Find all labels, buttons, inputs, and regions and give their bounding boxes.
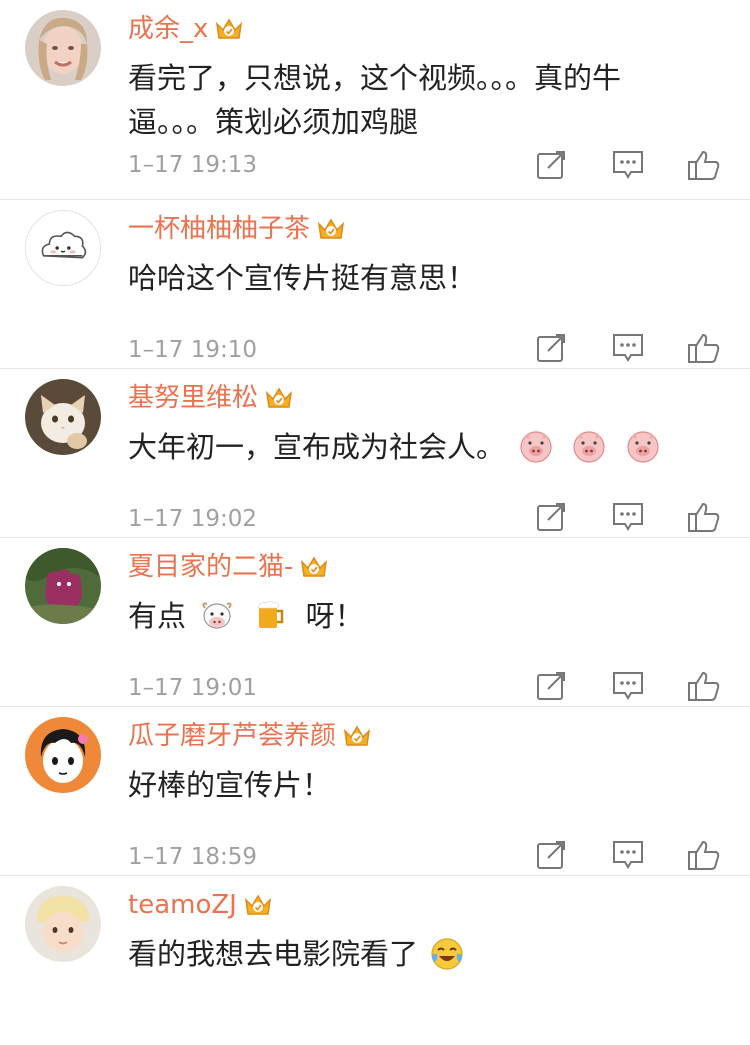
avatar[interactable] [25, 379, 101, 455]
share-icon[interactable] [534, 148, 570, 182]
comment-text: 看完了，只想说，这个视频。。。真的牛 逼。。。策划必须加鸡腿 [128, 56, 688, 144]
crying-laughing-emoji [429, 936, 465, 970]
username[interactable]: 瓜子磨牙芦荟养颜 [128, 719, 372, 753]
comment-text-after: 呀！ [305, 599, 364, 633]
cow-face-emoji [199, 598, 235, 632]
username[interactable]: 一杯柚柚柚子茶 [128, 212, 346, 246]
avatar[interactable] [25, 717, 101, 793]
avatar[interactable] [25, 548, 101, 624]
comment-text: 好棒的宣传片！ [128, 763, 688, 807]
comment-timestamp: 1–17 18:59 [128, 844, 257, 870]
crown-vip-icon [214, 16, 244, 42]
comment-line: 看的我想去电影院看了 [128, 937, 419, 971]
crown-vip-icon [243, 892, 273, 918]
comment-text-before: 有点 [128, 599, 187, 633]
comment-item: 一杯柚柚柚子茶 哈哈这个宣传片挺有意思！ 1–17 19:10 [0, 200, 750, 369]
comment-icon[interactable] [610, 331, 646, 365]
username-text[interactable]: 瓜子磨牙芦荟养颜 [128, 719, 336, 753]
username[interactable]: 成余_x [128, 12, 244, 46]
comment-actions [494, 838, 722, 872]
comment-icon[interactable] [610, 500, 646, 534]
pig-face-emoji [625, 429, 661, 463]
comment-actions [494, 148, 722, 182]
comment-icon[interactable] [610, 669, 646, 703]
comment-item: 瓜子磨牙芦荟养颜 好棒的宣传片！ 1–17 18:59 [0, 707, 750, 876]
username[interactable]: 夏目家的二猫- [128, 550, 329, 584]
comment-actions [494, 331, 722, 365]
share-icon[interactable] [534, 669, 570, 703]
comment-text: 看的我想去电影院看了 [128, 932, 688, 976]
comment-line: 大年初一，宣布成为社会人。 [128, 430, 506, 464]
username[interactable]: teamoZJ [128, 888, 273, 922]
crown-vip-icon [316, 216, 346, 242]
comment-text: 有点 呀！ [128, 594, 688, 638]
username-text[interactable]: teamoZJ [128, 888, 237, 922]
beer-mug-emoji [252, 598, 288, 632]
comment-line: 哈哈这个宣传片挺有意思！ [128, 261, 477, 295]
thumbs-up-icon[interactable] [686, 148, 722, 182]
comment-timestamp: 1–17 19:13 [128, 152, 257, 178]
comment-icon[interactable] [610, 148, 646, 182]
crown-vip-icon [299, 554, 329, 580]
comment-line: 看完了，只想说，这个视频。。。真的牛 [128, 61, 622, 95]
pig-face-emoji [518, 429, 554, 463]
pig-face-emoji [571, 429, 607, 463]
share-icon[interactable] [534, 838, 570, 872]
username[interactable]: 基努里维松 [128, 381, 294, 415]
comment-feed: 成余_x 看完了，只想说，这个视频。。。真的牛 逼。。。策划必须加鸡腿 1–17… [0, 0, 750, 999]
comment-item: 基努里维松 大年初一，宣布成为社会人。 1–17 19:02 [0, 369, 750, 538]
avatar[interactable] [25, 886, 101, 962]
username-text[interactable]: 一杯柚柚柚子茶 [128, 212, 310, 246]
thumbs-up-icon[interactable] [686, 500, 722, 534]
crown-vip-icon [264, 385, 294, 411]
comment-timestamp: 1–17 19:10 [128, 337, 257, 363]
thumbs-up-icon[interactable] [686, 331, 722, 365]
comment-line: 逼。。。策划必须加鸡腿 [128, 105, 419, 139]
crown-vip-icon [342, 723, 372, 749]
username-text[interactable]: 夏目家的二猫- [128, 550, 293, 584]
comment-item: teamoZJ 看的我想去电影院看了 [0, 876, 750, 1045]
share-icon[interactable] [534, 500, 570, 534]
share-icon[interactable] [534, 331, 570, 365]
comment-actions [494, 500, 722, 534]
username-text[interactable]: 基努里维松 [128, 381, 258, 415]
comment-text: 大年初一，宣布成为社会人。 [128, 425, 688, 469]
comment-text: 哈哈这个宣传片挺有意思！ [128, 256, 688, 300]
thumbs-up-icon[interactable] [686, 838, 722, 872]
comment-actions [494, 669, 722, 703]
comment-icon[interactable] [610, 838, 646, 872]
avatar[interactable] [25, 210, 101, 286]
comment-item: 夏目家的二猫- 有点 呀！ 1–17 19:01 [0, 538, 750, 707]
comment-timestamp: 1–17 19:01 [128, 675, 257, 701]
comment-line: 好棒的宣传片！ [128, 768, 332, 802]
thumbs-up-icon[interactable] [686, 669, 722, 703]
comment-item: 成余_x 看完了，只想说，这个视频。。。真的牛 逼。。。策划必须加鸡腿 1–17… [0, 0, 750, 200]
username-text[interactable]: 成余_x [128, 12, 208, 46]
comment-timestamp: 1–17 19:02 [128, 506, 257, 532]
avatar[interactable] [25, 10, 101, 86]
